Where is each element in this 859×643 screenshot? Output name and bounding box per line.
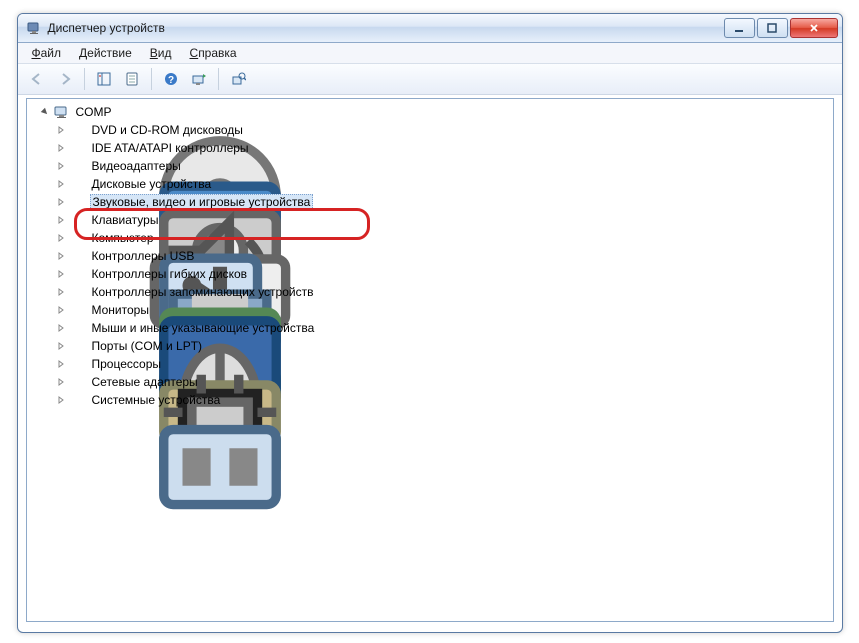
tree-item[interactable]: Клавиатуры bbox=[55, 211, 833, 229]
tree-item[interactable]: Контроллеры USB bbox=[55, 247, 833, 265]
storage-icon bbox=[70, 284, 86, 300]
tree-item-label: Мыши и иные указывающие устройства bbox=[90, 321, 317, 335]
properties-button[interactable] bbox=[119, 66, 145, 92]
tree-item-label: Мониторы bbox=[90, 303, 151, 317]
tree-item-label: Звуковые, видео и игровые устройства bbox=[90, 194, 314, 210]
collapse-icon[interactable] bbox=[39, 106, 51, 118]
menu-view[interactable]: Вид bbox=[142, 44, 180, 62]
separator bbox=[84, 68, 85, 90]
tree-item[interactable]: Системные устройства bbox=[55, 391, 833, 409]
ide-icon bbox=[70, 140, 86, 156]
show-hide-tree-button[interactable] bbox=[91, 66, 117, 92]
window-title: Диспетчер устройств bbox=[48, 21, 722, 35]
tree-item[interactable]: Дисковые устройства bbox=[55, 175, 833, 193]
back-button[interactable] bbox=[24, 66, 50, 92]
tree-item[interactable]: Сетевые адаптеры bbox=[55, 373, 833, 391]
expand-icon[interactable] bbox=[55, 124, 67, 136]
tree-item[interactable]: IDE ATA/ATAPI контроллеры bbox=[55, 139, 833, 157]
tree-item[interactable]: Звуковые, видео и игровые устройства bbox=[55, 193, 833, 211]
expand-icon[interactable] bbox=[55, 376, 67, 388]
tree-item[interactable]: Процессоры bbox=[55, 355, 833, 373]
close-button[interactable] bbox=[790, 18, 838, 38]
net-icon bbox=[70, 374, 86, 390]
minimize-button[interactable] bbox=[724, 18, 755, 38]
tree-item[interactable]: Мыши и иные указывающие устройства bbox=[55, 319, 833, 337]
tree-item-label: IDE ATA/ATAPI контроллеры bbox=[90, 141, 251, 155]
computer-icon bbox=[70, 230, 86, 246]
tree-item-label: Сетевые адаптеры bbox=[90, 375, 200, 389]
tree-item[interactable]: Контроллеры запоминающих устройств bbox=[55, 283, 833, 301]
tree-item-label: Процессоры bbox=[90, 357, 164, 371]
sound-icon bbox=[70, 194, 86, 210]
separator bbox=[218, 68, 219, 90]
system-icon bbox=[70, 392, 86, 408]
expand-icon[interactable] bbox=[55, 142, 67, 154]
tree-item[interactable]: Порты (COM и LPT) bbox=[55, 337, 833, 355]
maximize-button[interactable] bbox=[757, 18, 788, 38]
expand-icon[interactable] bbox=[55, 286, 67, 298]
menubar: Файл Действие Вид Справка bbox=[18, 43, 842, 64]
help-button[interactable]: ? bbox=[158, 66, 184, 92]
tree-item-label: DVD и CD-ROM дисководы bbox=[90, 123, 245, 137]
menu-file[interactable]: Файл bbox=[24, 44, 70, 62]
mouse-icon bbox=[70, 320, 86, 336]
expand-icon[interactable] bbox=[55, 196, 67, 208]
floppyctl-icon bbox=[70, 266, 86, 282]
tree-item[interactable]: Контроллеры гибких дисков bbox=[55, 265, 833, 283]
tree-item[interactable]: Компьютер bbox=[55, 229, 833, 247]
expand-icon[interactable] bbox=[55, 268, 67, 280]
tree-item-label: Видеоадаптеры bbox=[90, 159, 183, 173]
expand-icon[interactable] bbox=[55, 232, 67, 244]
menu-action[interactable]: Действие bbox=[71, 44, 140, 62]
port-icon bbox=[70, 338, 86, 354]
usb-icon bbox=[70, 248, 86, 264]
expand-icon[interactable] bbox=[55, 214, 67, 226]
hdd-icon bbox=[70, 176, 86, 192]
expand-icon[interactable] bbox=[55, 394, 67, 406]
disc-icon bbox=[70, 122, 86, 138]
expand-icon[interactable] bbox=[55, 250, 67, 262]
tree-item-label: Компьютер bbox=[90, 231, 156, 245]
display-icon bbox=[70, 158, 86, 174]
tree-item[interactable]: Видеоадаптеры bbox=[55, 157, 833, 175]
tree-root-label: COMP bbox=[74, 105, 114, 119]
toolbar: ? bbox=[18, 64, 842, 95]
keyboard-icon bbox=[70, 212, 86, 228]
expand-icon[interactable] bbox=[55, 178, 67, 190]
device-manager-window: Диспетчер устройств Файл Действие Вид Сп… bbox=[17, 13, 843, 633]
monitor-icon bbox=[70, 302, 86, 318]
tree-item[interactable]: Мониторы bbox=[55, 301, 833, 319]
forward-button[interactable] bbox=[52, 66, 78, 92]
app-icon bbox=[26, 20, 42, 36]
menu-help[interactable]: Справка bbox=[182, 44, 245, 62]
scan-hardware-button[interactable] bbox=[186, 66, 212, 92]
tree-item[interactable]: DVD и CD-ROM дисководы bbox=[55, 121, 833, 139]
expand-icon[interactable] bbox=[55, 340, 67, 352]
tree-view[interactable]: COMP DVD и CD-ROM дисководы IDE ATA/ATAPI… bbox=[26, 98, 834, 622]
tree-item-label: Клавиатуры bbox=[90, 213, 161, 227]
titlebar[interactable]: Диспетчер устройств bbox=[18, 14, 842, 43]
tree-item-label: Дисковые устройства bbox=[90, 177, 214, 191]
tree-item-label: Системные устройства bbox=[90, 393, 223, 407]
svg-text:?: ? bbox=[167, 75, 173, 86]
tree-item-label: Контроллеры запоминающих устройств bbox=[90, 285, 316, 299]
cpu-icon bbox=[70, 356, 86, 372]
expand-icon[interactable] bbox=[55, 160, 67, 172]
separator bbox=[151, 68, 152, 90]
tree-item-label: Порты (COM и LPT) bbox=[90, 339, 205, 353]
tree-item-label: Контроллеры USB bbox=[90, 249, 197, 263]
computer-icon bbox=[54, 104, 70, 120]
tree-item-label: Контроллеры гибких дисков bbox=[90, 267, 250, 281]
expand-icon[interactable] bbox=[55, 358, 67, 370]
expand-icon[interactable] bbox=[55, 304, 67, 316]
update-driver-button[interactable] bbox=[225, 66, 251, 92]
expand-icon[interactable] bbox=[55, 322, 67, 334]
tree-root[interactable]: COMP bbox=[31, 103, 833, 121]
